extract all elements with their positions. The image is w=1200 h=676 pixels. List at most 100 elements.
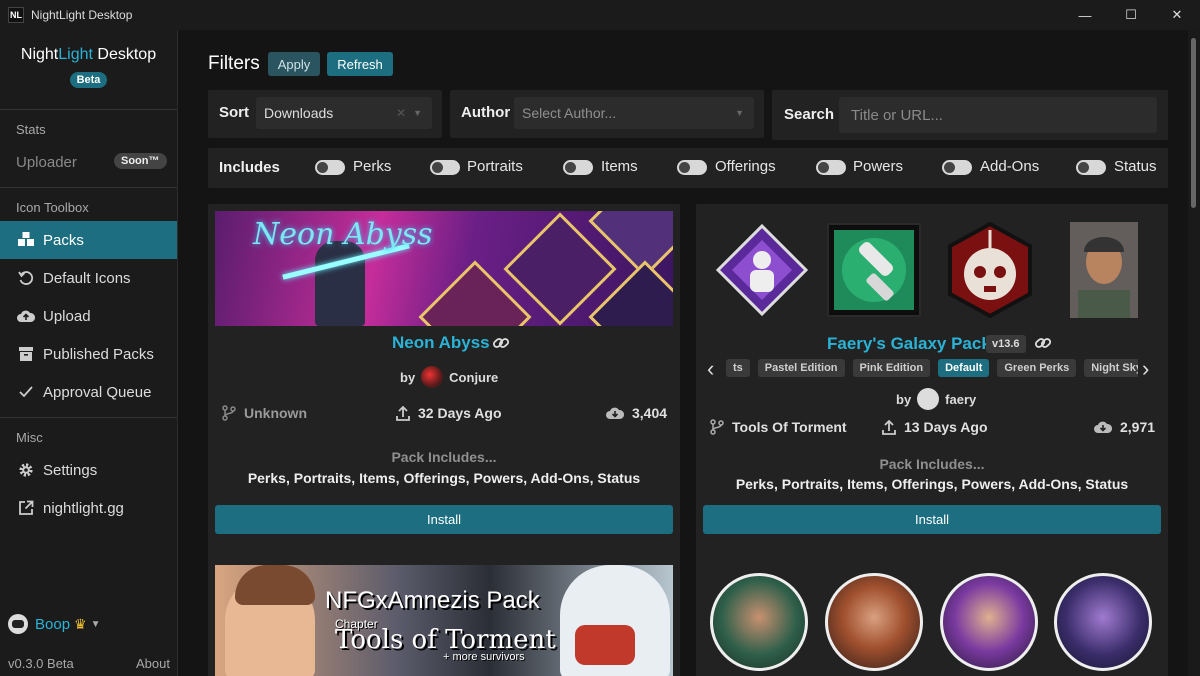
toggle-items[interactable] bbox=[563, 160, 593, 175]
brand-night: Night bbox=[20, 46, 59, 63]
scrollbar[interactable] bbox=[1188, 30, 1200, 676]
banner-mask bbox=[575, 625, 635, 665]
portrait-preview-icon[interactable] bbox=[1056, 222, 1152, 318]
sidebar-item-default-icons[interactable]: Default Icons bbox=[0, 259, 177, 297]
sidebar-item-published-packs[interactable]: Published Packs bbox=[0, 335, 177, 373]
toggle-portraits[interactable] bbox=[430, 160, 460, 175]
portrait-preview-icon[interactable] bbox=[940, 573, 1038, 671]
portrait-preview-icon[interactable] bbox=[825, 573, 923, 671]
sidebar-item-packs[interactable]: Packs bbox=[0, 221, 177, 259]
pack-banner[interactable]: NFGxAmnezis Pack Chapter Tools of Tormen… bbox=[215, 565, 673, 676]
link-icon[interactable] bbox=[1034, 334, 1052, 352]
toggle-powers[interactable] bbox=[816, 160, 846, 175]
author-select[interactable]: Select Author... ▼ bbox=[514, 97, 754, 129]
cloud-download-icon bbox=[606, 407, 624, 419]
by-label: by bbox=[400, 369, 416, 385]
refresh-button[interactable]: Refresh bbox=[327, 52, 393, 76]
author-panel: Author Select Author... ▼ bbox=[450, 90, 764, 138]
pack-name[interactable]: Faery's Galaxy Pack bbox=[827, 334, 991, 354]
install-button[interactable]: Install bbox=[703, 505, 1161, 534]
pack-banner[interactable]: Neon Abyss bbox=[215, 211, 673, 326]
toggle-status[interactable] bbox=[1076, 160, 1106, 175]
sidebar-item-settings[interactable]: Settings bbox=[0, 451, 177, 489]
sidebar-item-label: Approval Queue bbox=[43, 383, 152, 401]
sidebar-item-label: Published Packs bbox=[43, 345, 154, 363]
search-label: Search bbox=[784, 106, 835, 123]
variant-tag[interactable]: Night Sky Perks bbox=[1084, 359, 1138, 377]
banner-title-art: Neon Abyss bbox=[253, 217, 433, 252]
close-button[interactable]: ✕ bbox=[1154, 0, 1200, 30]
about-link[interactable]: About bbox=[136, 656, 170, 671]
includes-list: Perks, Portraits, Items, Offerings, Powe… bbox=[735, 476, 1129, 492]
beta-badge: Beta bbox=[69, 72, 108, 88]
sort-select[interactable]: Downloads ✕ ▼ bbox=[256, 97, 432, 129]
external-link-icon bbox=[16, 499, 36, 517]
author-name[interactable]: faery bbox=[945, 392, 976, 407]
apply-button[interactable]: Apply bbox=[267, 52, 321, 76]
variant-tag[interactable]: ts bbox=[726, 359, 750, 377]
minimize-button[interactable]: — bbox=[1062, 0, 1108, 30]
toggle-perks[interactable] bbox=[315, 160, 345, 175]
item-preview-icon[interactable] bbox=[826, 222, 922, 318]
sidebar-footer: v0.3.0 Beta About bbox=[8, 656, 170, 671]
version-label: v0.3.0 Beta bbox=[8, 656, 74, 671]
includes-list: Perks, Portraits, Items, Offerings, Powe… bbox=[247, 470, 641, 486]
sidebar-item-upload[interactable]: Upload bbox=[0, 297, 177, 335]
main-content: Filters Apply Refresh Sort Downloads ✕ ▼… bbox=[178, 30, 1188, 676]
maximize-button[interactable]: ☐ bbox=[1108, 0, 1154, 30]
title-bar: NL NightLight Desktop — ☐ ✕ bbox=[0, 0, 1200, 30]
cloud-upload-icon bbox=[16, 307, 36, 325]
variant-tag-active[interactable]: Default bbox=[938, 359, 990, 377]
link-icon[interactable] bbox=[492, 334, 510, 352]
scrollbar-thumb[interactable] bbox=[1191, 38, 1196, 208]
sidebar-item-label: Upload bbox=[43, 307, 91, 325]
search-input[interactable]: Title or URL... bbox=[839, 97, 1157, 133]
section-stats: Stats bbox=[16, 122, 46, 137]
app-logo: NL bbox=[8, 7, 24, 23]
filters-header: Filters Apply Refresh bbox=[208, 52, 400, 76]
downloads-stat: 3,404 bbox=[606, 405, 667, 421]
sidebar-item-approval-queue[interactable]: Approval Queue bbox=[0, 373, 177, 411]
crown-icon: ♛ bbox=[74, 615, 87, 632]
variant-tag[interactable]: Pastel Edition bbox=[757, 359, 845, 377]
search-panel: Search Title or URL... bbox=[772, 90, 1168, 140]
includes-heading: Pack Includes... bbox=[391, 449, 497, 465]
includes-label: Includes bbox=[219, 159, 280, 176]
pack-name[interactable]: Neon Abyss bbox=[392, 333, 490, 353]
brand-light: Light bbox=[58, 46, 93, 63]
chevron-left-icon[interactable]: ‹ bbox=[707, 356, 714, 382]
downloads-value: 2,971 bbox=[1120, 419, 1156, 435]
sidebar-item-website[interactable]: nightlight.gg bbox=[0, 489, 177, 527]
toggle-addons[interactable] bbox=[942, 160, 972, 175]
portrait-preview-icon[interactable] bbox=[1054, 573, 1152, 671]
clear-icon[interactable]: ✕ bbox=[396, 106, 406, 120]
author-label: Author bbox=[461, 104, 511, 121]
sort-value: Downloads bbox=[264, 105, 334, 121]
toggle-offerings[interactable] bbox=[677, 160, 707, 175]
section-misc: Misc bbox=[16, 430, 43, 445]
offering-preview-icon[interactable] bbox=[942, 222, 1038, 318]
search-placeholder: Title or URL... bbox=[851, 106, 943, 124]
variant-tag[interactable]: Green Perks bbox=[997, 359, 1077, 377]
banner-hair-left bbox=[235, 565, 315, 605]
user-menu[interactable]: Boop ♛ ▼ bbox=[8, 614, 101, 634]
sidebar-item-uploader: Uploader Soon™ bbox=[0, 143, 177, 181]
boxes-icon bbox=[16, 231, 36, 249]
install-button[interactable]: Install bbox=[215, 505, 673, 534]
author-row: by faery bbox=[896, 388, 976, 410]
upload-icon bbox=[882, 419, 896, 435]
chapter-stat: Tools Of Torment bbox=[710, 419, 847, 435]
perk-preview-icon[interactable] bbox=[714, 222, 810, 318]
portrait-preview-icon[interactable] bbox=[710, 573, 808, 671]
author-placeholder: Select Author... bbox=[522, 105, 617, 121]
soon-badge: Soon™ bbox=[114, 153, 167, 169]
username: Boop bbox=[35, 615, 71, 633]
variant-tag[interactable]: Pink Edition bbox=[852, 359, 931, 377]
updated-stat: 13 Days Ago bbox=[882, 419, 988, 435]
pack-card-faerys-galaxy: Faery's Galaxy Pack v13.6 ‹ ts Pastel Ed… bbox=[696, 204, 1168, 570]
gear-icon bbox=[16, 461, 36, 479]
toggle-label-offerings: Offerings bbox=[715, 158, 776, 175]
chevron-right-icon[interactable]: › bbox=[1142, 356, 1149, 382]
version-badge: v13.6 bbox=[986, 335, 1026, 353]
author-name[interactable]: Conjure bbox=[449, 370, 498, 385]
